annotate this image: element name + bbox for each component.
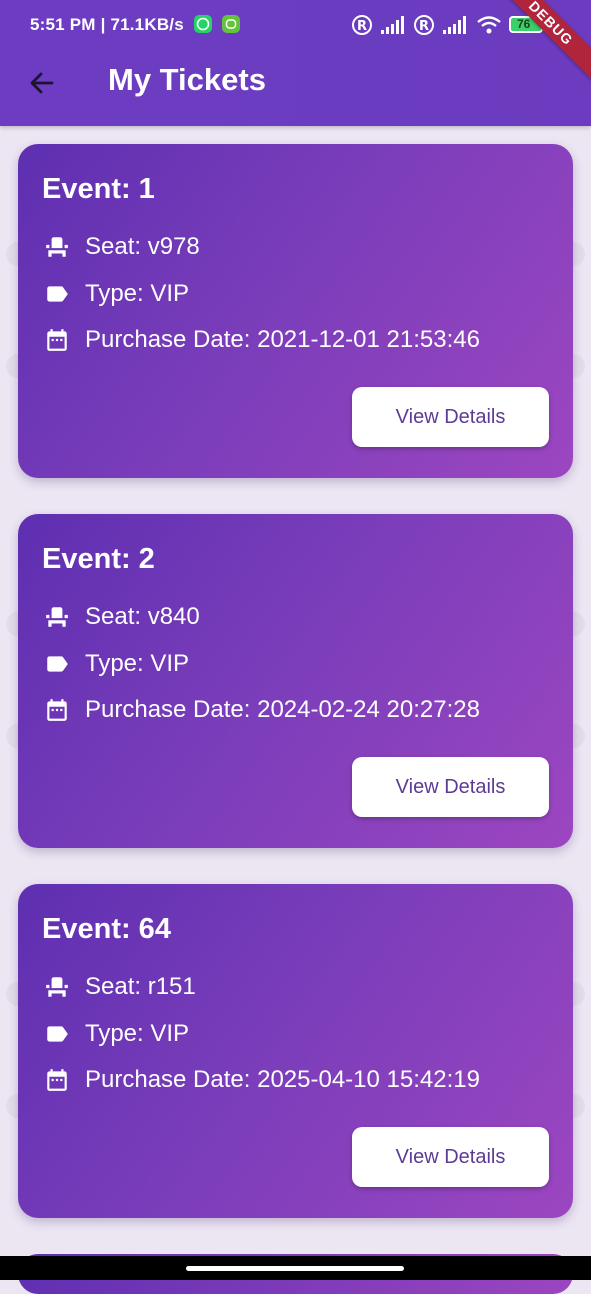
status-bar: 5:51 PM | 71.1KB/s R R 76 — [0, 0, 591, 52]
purchase-date-row: Purchase Date: 2025-04-10 15:42:19 — [42, 1065, 480, 1095]
type-text: Type: VIP — [85, 1020, 190, 1047]
calendar-icon — [42, 695, 72, 725]
calendar-icon — [42, 1065, 72, 1095]
purchase-date-text: Purchase Date: 2025-04-10 15:42:19 — [85, 1066, 480, 1093]
ticket-card[interactable]: Event: 1 Seat: v978 Type: VIP Purchase D… — [18, 144, 573, 478]
status-time: 5:51 PM | 71.1KB/s — [30, 15, 184, 34]
seat-row: Seat: v978 — [42, 232, 200, 262]
purchase-date-row: Purchase Date: 2024-02-24 20:27:28 — [42, 695, 480, 725]
purchase-date-text: Purchase Date: 2021-12-01 21:53:46 — [85, 326, 480, 353]
seat-icon — [42, 232, 72, 262]
app-bar: 5:51 PM | 71.1KB/s R R 76 My Tickets — [0, 0, 591, 126]
seat-icon — [42, 602, 72, 632]
event-title: Event: 64 — [42, 913, 171, 945]
wifi-icon — [477, 16, 501, 34]
battery-level: 76 — [517, 17, 531, 31]
view-details-button[interactable]: View Details — [352, 1127, 549, 1187]
back-arrow-icon[interactable] — [22, 63, 62, 103]
view-details-button[interactable]: View Details — [352, 757, 549, 817]
whatsapp-icon — [194, 15, 212, 33]
purchase-date-text: Purchase Date: 2024-02-24 20:27:28 — [85, 696, 480, 723]
type-text: Type: VIP — [85, 650, 190, 677]
type-row: Type: VIP — [42, 649, 189, 679]
seat-text: Seat: v840 — [85, 603, 200, 630]
calendar-icon — [42, 325, 72, 355]
svg-text:R: R — [419, 19, 429, 34]
seat-row: Seat: v840 — [42, 602, 200, 632]
tag-icon — [42, 1019, 72, 1049]
tag-icon — [42, 279, 72, 309]
signal-icon — [443, 16, 466, 34]
ticket-card[interactable]: Event: 64 Seat: r151 Type: VIP Purchase … — [18, 884, 573, 1218]
home-gesture-handle[interactable] — [186, 1266, 404, 1271]
ticket-card[interactable]: Event: 2 Seat: v840 Type: VIP Purchase D… — [18, 514, 573, 848]
signal-icon — [381, 16, 404, 34]
seat-text: Seat: r151 — [85, 973, 196, 1000]
seat-icon — [42, 972, 72, 1002]
tag-icon — [42, 649, 72, 679]
view-details-button[interactable]: View Details — [352, 387, 549, 447]
type-row: Type: VIP — [42, 279, 189, 309]
event-title: Event: 2 — [42, 543, 155, 575]
registered-icon: R — [352, 15, 372, 35]
page-title: My Tickets — [108, 62, 266, 97]
seat-row: Seat: r151 — [42, 972, 196, 1002]
type-row: Type: VIP — [42, 1019, 189, 1049]
purchase-date-row: Purchase Date: 2021-12-01 21:53:46 — [42, 325, 480, 355]
registered-icon: R — [414, 15, 434, 35]
svg-text:R: R — [357, 19, 367, 34]
seat-text: Seat: v978 — [85, 233, 200, 260]
android-icon — [222, 15, 240, 33]
event-title: Event: 1 — [42, 173, 155, 205]
type-text: Type: VIP — [85, 280, 190, 307]
